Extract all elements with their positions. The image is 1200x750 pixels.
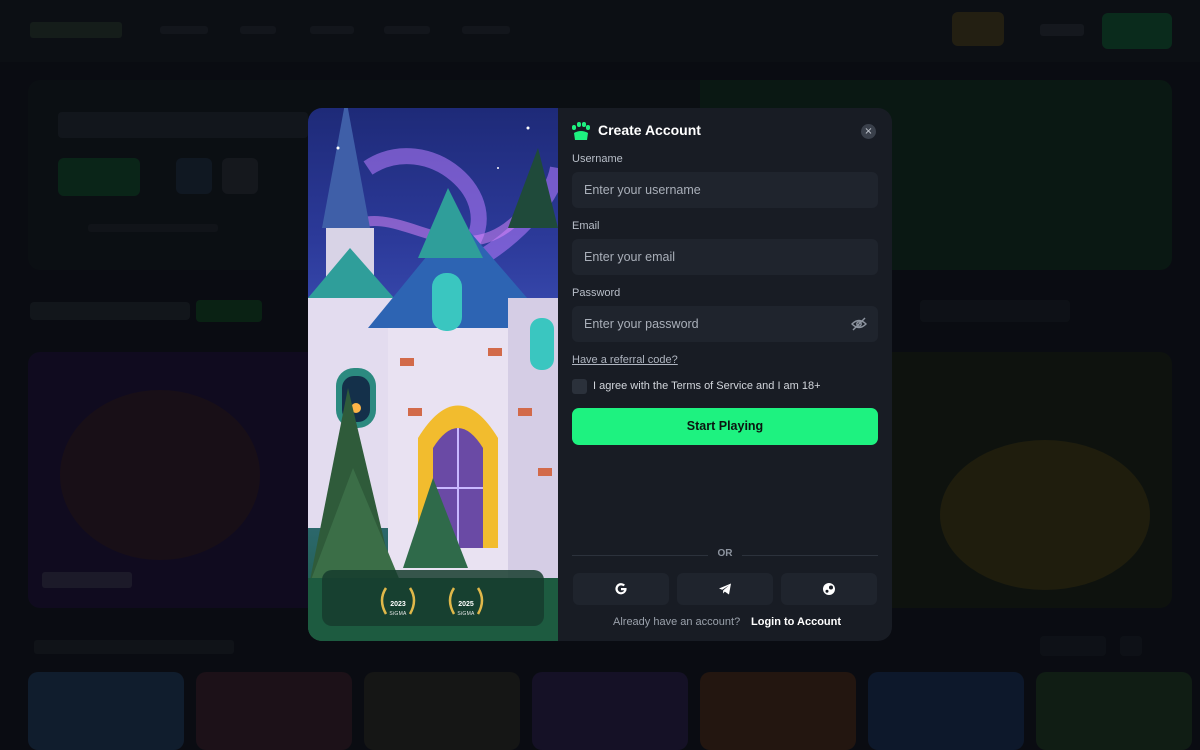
divider-label: OR [717, 548, 733, 559]
divider-line [742, 555, 878, 556]
password-input[interactable] [572, 306, 878, 342]
login-link[interactable]: Login to Account [751, 616, 841, 628]
close-icon[interactable]: × [861, 124, 876, 139]
terms-checkbox[interactable] [572, 379, 587, 394]
awards-bar [322, 570, 544, 626]
email-label: Email [572, 220, 600, 232]
eye-off-icon[interactable] [851, 317, 867, 331]
registration-form: Create Account × Username Email Password… [558, 108, 892, 641]
create-account-modal: 2023 SiGMA 2025 SiGMA Create Account × U… [308, 108, 892, 641]
award-year: 2025 [458, 601, 474, 608]
referral-code-link[interactable]: Have a referral code? [572, 354, 678, 366]
telegram-login-button[interactable] [677, 573, 773, 605]
google-icon [615, 583, 627, 595]
terms-label: I agree with the Terms of Service and I … [593, 380, 821, 392]
google-login-button[interactable] [573, 573, 669, 605]
password-label: Password [572, 287, 621, 299]
telegram-icon [719, 583, 731, 595]
email-input[interactable] [572, 239, 878, 275]
award-year: 2023 [390, 601, 406, 608]
paw-logo-icon [572, 122, 590, 140]
username-input[interactable] [572, 172, 878, 208]
castle-artwork [308, 108, 558, 641]
steam-login-button[interactable] [781, 573, 877, 605]
modal-title: Create Account [598, 122, 701, 138]
award-organization: SiGMA [457, 611, 475, 617]
login-prompt: Already have an account? [613, 616, 741, 628]
username-label: Username [572, 153, 623, 165]
steam-icon [823, 583, 835, 595]
start-playing-button[interactable]: Start Playing [572, 408, 878, 445]
divider-line [572, 555, 708, 556]
castle-illustration: 2023 SiGMA 2025 SiGMA [308, 108, 558, 641]
award-organization: SiGMA [389, 611, 407, 617]
